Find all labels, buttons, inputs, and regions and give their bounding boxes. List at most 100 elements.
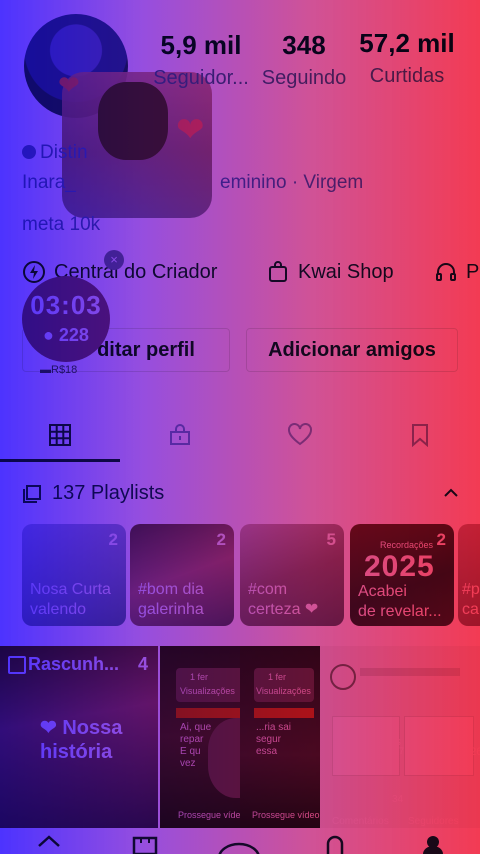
bio-goal: meta 10k [22, 214, 101, 235]
playlist-title-line: valendo [30, 601, 87, 618]
playlist-title-line: galerinha [138, 601, 204, 618]
views-extra: R$2,797 [370, 746, 405, 756]
video-red-bar [254, 708, 314, 718]
heart-icon: ❤ [176, 111, 205, 149]
playlist-title-line: certeza ❤ [248, 601, 319, 618]
profile-icon[interactable] [422, 834, 444, 854]
sticker-character [98, 82, 168, 160]
likes-value: 57,2 mil [359, 28, 455, 58]
playlist-title-line: #com [248, 581, 288, 598]
playlist-title: Nosa Curta valendo [30, 580, 111, 620]
video-banner-line: Visualizações [256, 686, 311, 696]
bio-name: Inara_ [22, 172, 76, 193]
playlist-title: Acabei de revelar... [358, 582, 442, 622]
following-stat[interactable]: 348 Seguindo [256, 30, 352, 90]
profile-tabs [0, 412, 480, 462]
video-tile[interactable]: 1 fer Visualizações ...ria sai segur ess… [240, 646, 320, 828]
tab-videos-grid[interactable] [0, 412, 120, 462]
playlist-title-line: Acabei [358, 583, 407, 600]
heart-outline-icon [287, 422, 313, 452]
draft-title: Rascunh... [28, 654, 120, 674]
followers-label: Seguidores [408, 816, 459, 827]
likes-value: 540 [416, 746, 435, 758]
video-feed-icon[interactable] [132, 834, 158, 854]
playlist-card[interactable]: 2 #bom dia galerinha [130, 524, 234, 626]
video-banner-line: 1 fer [190, 672, 209, 682]
draft-video-tile[interactable]: Rascunh... 4 ❤ Nossa história [0, 646, 158, 828]
playlist-title: #p ca [462, 580, 480, 620]
close-timer-button[interactable]: × [104, 250, 124, 270]
following-label: Seguindo [261, 67, 347, 89]
live-timer-widget[interactable]: 03:03 ● 228 [22, 276, 110, 362]
tab-liked[interactable] [240, 412, 360, 462]
timer-count: ● 228 [22, 325, 110, 346]
followers-stat[interactable]: 5,9 mil Seguidor... [150, 30, 252, 90]
bottom-navigation [0, 828, 480, 854]
edit-profile-label: ditar perfil [97, 338, 195, 361]
playlist-title-line: ca [462, 601, 479, 618]
third-quick-link[interactable]: P [434, 260, 479, 284]
playlists-title: 137 Playlists [52, 482, 165, 504]
tab-saved[interactable] [360, 412, 480, 462]
playlist-title-line: de revelar... [358, 603, 442, 620]
timer-reward-value: R$18 [51, 364, 78, 376]
video-line: essa [256, 746, 278, 757]
draft-icon [8, 656, 26, 674]
playlist-title-line: Nosa Curta [30, 581, 111, 598]
grid-icon [48, 423, 72, 452]
playlist-year: 2025 [364, 550, 435, 583]
stats-header-bar [360, 668, 460, 676]
headphones-icon [434, 260, 458, 284]
add-friends-button[interactable]: Adicionar amigos [246, 328, 458, 372]
draft-count: 4 [137, 654, 148, 674]
timer-count-value: 228 [58, 325, 89, 345]
video-banner-line: 1 fer [268, 672, 287, 682]
lightning-circle-icon [22, 260, 46, 284]
likes-extra: R$826 [450, 746, 480, 758]
video-line: ...ria sai [256, 722, 292, 733]
timer-reward: ▬R$18 [40, 364, 77, 376]
playlists-header[interactable]: 137 Playlists [22, 482, 164, 505]
playlist-card[interactable]: 5 #com certeza ❤ [240, 524, 344, 626]
create-icon[interactable] [216, 838, 262, 854]
shopping-bag-icon [266, 260, 290, 284]
playlist-count: 5 [326, 530, 336, 549]
active-tab-indicator [0, 459, 120, 462]
bio-gender-sign: eminino · Virgem [220, 172, 364, 193]
coin-icon: ● [43, 325, 59, 345]
stats-avatar [330, 664, 356, 690]
draft-caption-line: ❤ Nossa [40, 717, 123, 739]
video-line: segur [256, 734, 282, 745]
timer-time: 03:03 [30, 290, 102, 320]
bio-badge: Distin [22, 142, 88, 164]
playlist-card[interactable]: #p ca [458, 524, 480, 626]
playlist-card[interactable]: 2 Nosa Curta valendo [22, 524, 126, 626]
kwai-shop-label: Kwai Shop [298, 260, 394, 283]
notifications-bell-icon[interactable] [324, 834, 346, 854]
draft-caption-line: história [40, 741, 113, 763]
home-icon[interactable] [36, 834, 62, 854]
video-line: repar [180, 734, 204, 745]
video-footer: Prossegue vídeo! [178, 810, 249, 820]
bio-badge-text: Distin [40, 142, 88, 163]
playlist-title-line: #bom dia [138, 581, 204, 598]
video-banner-line: Visualizações [180, 686, 235, 696]
video-line: vez [180, 758, 196, 769]
badge-icon [22, 145, 36, 159]
chevron-up-icon[interactable] [440, 482, 462, 509]
stats-video-tile[interactable]: Visualizações 12,9mil R$2,797 Curtidas 5… [320, 646, 480, 828]
mid-value: 34 [392, 794, 404, 805]
playlist-count: 2 [216, 530, 226, 549]
tab-private[interactable] [120, 412, 240, 462]
bio-info-right: eminino · Virgem [220, 172, 363, 194]
bio-info: Inara_ [22, 172, 76, 194]
playlist-title-line: #p [462, 581, 480, 598]
playlist-title: #com certeza ❤ [248, 580, 318, 620]
kwai-shop-link[interactable]: Kwai Shop [266, 260, 394, 284]
likes-stat[interactable]: 57,2 mil Curtidas [356, 28, 458, 88]
cash-icon: ▬ [40, 364, 51, 376]
draft-caption: ❤ Nossa história [40, 716, 122, 764]
playlist-card[interactable]: Recordações 2025 2 Acabei de revelar... [350, 524, 454, 626]
comments-label: Comentários [332, 816, 389, 827]
profile-page: ❤ ❤ 5,9 mil Seguidor... 348 Seguindo 57,… [0, 0, 480, 854]
